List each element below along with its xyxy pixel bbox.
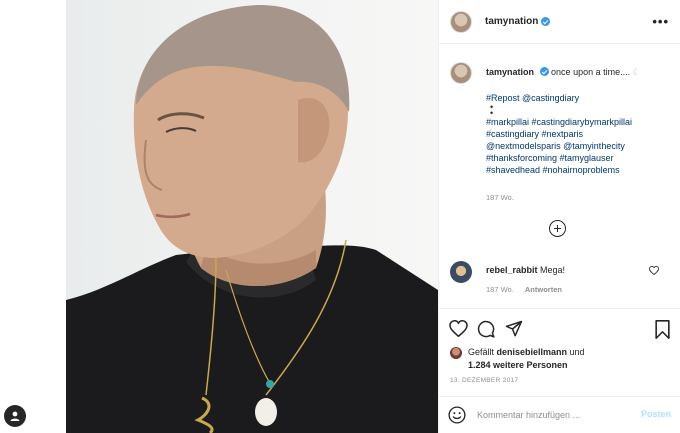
likes-others-link[interactable]: 1.284 weitere Personen bbox=[468, 359, 585, 372]
comment-bubble-icon[interactable] bbox=[477, 320, 495, 338]
comment-meta: 187 Wo. Antworten bbox=[486, 285, 562, 294]
emoji-smiley-icon[interactable] bbox=[448, 406, 466, 424]
comment-body: rebel_rabbit Mega! bbox=[486, 265, 565, 275]
instagram-post-view: tamynation ••• tamynation once upon a ti… bbox=[0, 0, 680, 433]
verified-badge-icon bbox=[539, 67, 549, 76]
comment-text: Mega! bbox=[540, 265, 566, 275]
hashtag-line[interactable]: #markpillai #castingdiarybymarkpillai bbox=[486, 116, 676, 128]
more-options-icon[interactable]: ••• bbox=[652, 14, 669, 29]
caption-text: once upon a time.... bbox=[551, 67, 633, 77]
liker-avatar[interactable] bbox=[450, 347, 462, 359]
caption-username[interactable]: tamynation bbox=[486, 67, 534, 77]
comment-timestamp[interactable]: 187 Wo. bbox=[486, 285, 514, 294]
actions-divider bbox=[439, 308, 680, 309]
hashtag-line[interactable]: #shavedhead #nohairnoproblems bbox=[486, 164, 676, 176]
account-icon[interactable] bbox=[4, 405, 26, 427]
likes-joiner: und bbox=[567, 347, 585, 357]
comment-input-bar: Posten bbox=[439, 396, 680, 433]
likes-summary: Gefällt denisebiellmann und 1.284 weiter… bbox=[450, 346, 585, 372]
commenter-avatar[interactable] bbox=[450, 261, 472, 283]
post-side-panel: tamynation ••• tamynation once upon a ti… bbox=[438, 0, 680, 433]
liker-username[interactable]: denisebiellmann bbox=[497, 347, 568, 357]
caption-dots: • • bbox=[490, 102, 494, 119]
reply-button[interactable]: Antworten bbox=[525, 285, 562, 294]
caption-first-line: tamynation once upon a time.... ☾ bbox=[486, 67, 641, 78]
likes-prefix: Gefällt bbox=[468, 347, 497, 357]
save-bookmark-icon[interactable] bbox=[654, 320, 671, 339]
load-more-comments-icon[interactable] bbox=[549, 220, 566, 237]
like-heart-icon[interactable] bbox=[449, 320, 468, 337]
hashtag-line[interactable]: #thanksforcoming #tamyglauser bbox=[486, 152, 676, 164]
person-icon bbox=[10, 411, 20, 421]
comment-input[interactable] bbox=[477, 406, 627, 424]
author-avatar[interactable] bbox=[450, 10, 472, 33]
post-action-bar bbox=[448, 320, 674, 342]
post-photo[interactable] bbox=[66, 0, 438, 433]
likes-line-1: Gefällt denisebiellmann und bbox=[468, 346, 585, 359]
post-date[interactable]: 13. DEZEMBER 2017 bbox=[450, 377, 518, 384]
author-username[interactable]: tamynation bbox=[485, 16, 538, 27]
hashtag-line[interactable]: #castingdiary #nextparis bbox=[486, 128, 676, 140]
verified-badge-icon bbox=[541, 17, 551, 26]
caption-hashtags: #Repost @castingdiary • • #markpillai #ca… bbox=[486, 92, 676, 177]
hashtag-line[interactable]: #Repost @castingdiary bbox=[486, 92, 676, 104]
portrait-illustration bbox=[66, 4, 438, 433]
hashtag-line[interactable]: @nextmodelsparis @tamyinthecity bbox=[486, 140, 676, 152]
caption-author-avatar[interactable] bbox=[450, 62, 472, 84]
commenter-username[interactable]: rebel_rabbit bbox=[486, 265, 538, 275]
post-comment-button[interactable]: Posten bbox=[641, 409, 671, 419]
post-header: tamynation ••• bbox=[439, 0, 680, 44]
like-comment-heart-icon[interactable] bbox=[649, 266, 659, 275]
moon-emoji-icon: ☾ bbox=[632, 67, 641, 77]
caption-timestamp[interactable]: 187 Wo. bbox=[486, 193, 514, 202]
share-paper-plane-icon[interactable] bbox=[505, 320, 523, 338]
